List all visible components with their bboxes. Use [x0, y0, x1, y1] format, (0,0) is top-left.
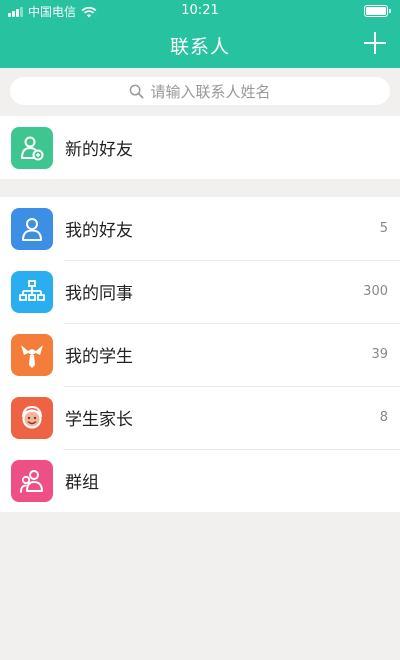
group-row-parents[interactable]: 学生家长 8: [0, 386, 400, 449]
org-chart-icon: [11, 270, 53, 313]
group-row-colleagues[interactable]: 我的同事 300: [0, 260, 400, 323]
person-icon: [11, 207, 53, 250]
group-count: 300: [363, 284, 388, 299]
add-contact-button[interactable]: [360, 28, 390, 58]
student-icon: [11, 333, 53, 376]
group-row-friends[interactable]: 我的好友 5: [0, 197, 400, 260]
header: 中国电信 10:21 联系人: [0, 0, 400, 68]
group-label: 我的同事: [65, 284, 133, 304]
add-contact-icon: [11, 126, 53, 169]
group-row-chat-groups[interactable]: 群组: [0, 449, 400, 512]
battery-icon: [364, 5, 391, 17]
group-label: 我的学生: [65, 347, 133, 367]
new-friend-label: 新的好友: [65, 140, 133, 160]
group-label: 我的好友: [65, 221, 133, 241]
status-bar: 中国电信 10:21: [0, 0, 400, 22]
status-time: 10:21: [181, 3, 219, 18]
contact-groups: 我的好友 5 我的同事 300 我的学生 39 学生家长 8 群组: [0, 197, 400, 512]
parent-face-icon: [11, 396, 53, 439]
group-row-students[interactable]: 我的学生 39: [0, 323, 400, 386]
group-count: 5: [379, 221, 388, 236]
group-count: 39: [371, 347, 388, 362]
search-input[interactable]: 请输入联系人姓名: [10, 77, 390, 105]
nav-bar: 联系人: [0, 22, 400, 68]
search-icon: [130, 84, 144, 98]
search-bar: 请输入联系人姓名: [0, 68, 400, 116]
group-count: 8: [379, 410, 388, 425]
new-friend-section: 新的好友: [0, 116, 400, 179]
new-friend-row[interactable]: 新的好友: [0, 116, 400, 179]
group-label: 群组: [65, 473, 99, 493]
page-title: 联系人: [169, 36, 230, 58]
group-icon: [11, 459, 53, 502]
search-placeholder: 请输入联系人姓名: [150, 82, 271, 101]
group-label: 学生家长: [65, 410, 133, 430]
